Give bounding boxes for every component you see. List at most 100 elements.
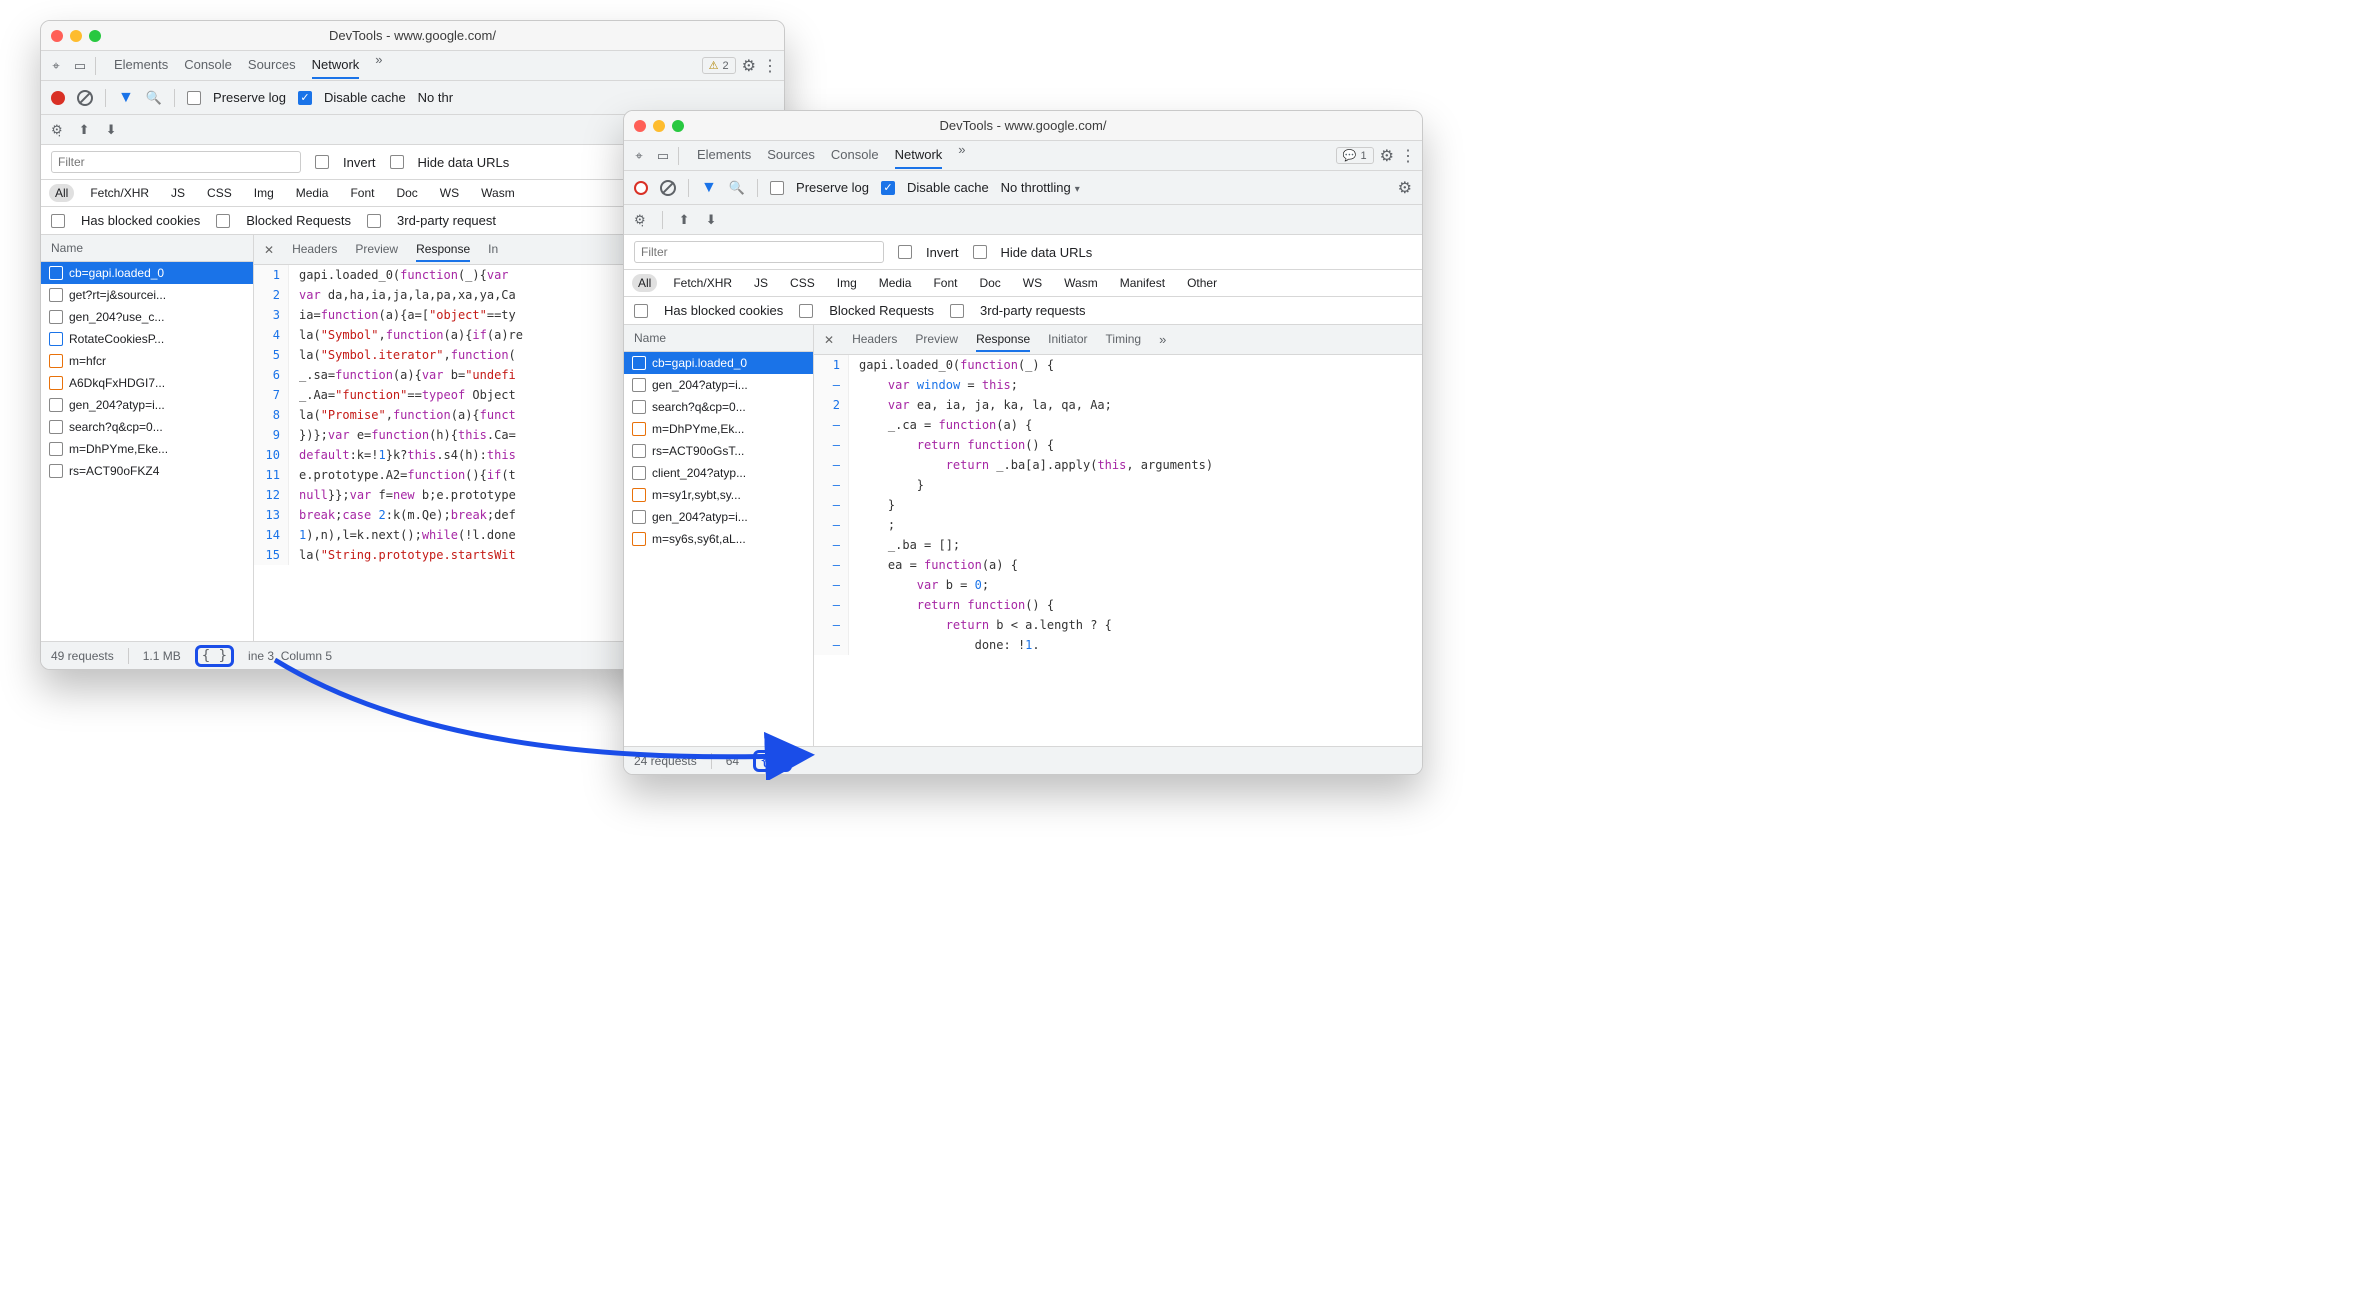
response-code[interactable]: 1gapi.loaded_0(function(_) {– var window… xyxy=(814,355,1422,746)
throttling-select[interactable]: No throttling xyxy=(1001,180,1080,195)
chip-manifest[interactable]: Manifest xyxy=(1114,274,1171,292)
network-settings-icon[interactable]: ⚙̣ xyxy=(634,212,646,228)
request-row[interactable]: m=sy6s,sy6t,aL... xyxy=(624,528,813,550)
clear-button[interactable] xyxy=(77,90,93,106)
preserve-log-checkbox[interactable] xyxy=(770,181,784,195)
tab-network[interactable]: Network xyxy=(312,52,360,79)
request-row[interactable]: search?q&cp=0... xyxy=(41,416,253,438)
chip-media[interactable]: Media xyxy=(873,274,918,292)
3rd-party-checkbox[interactable] xyxy=(367,214,381,228)
request-row[interactable]: RotateCookiesP... xyxy=(41,328,253,350)
chip-doc[interactable]: Doc xyxy=(973,274,1006,292)
request-row[interactable]: search?q&cp=0... xyxy=(624,396,813,418)
chip-wasm[interactable]: Wasm xyxy=(1058,274,1104,292)
tab-response[interactable]: Response xyxy=(976,328,1030,352)
menu-icon[interactable] xyxy=(762,56,778,76)
menu-icon[interactable] xyxy=(1400,146,1416,166)
throttling-select[interactable]: No thr xyxy=(418,90,453,105)
inspect-icon[interactable]: ⌖ xyxy=(47,57,65,75)
request-row[interactable]: gen_204?atyp=i... xyxy=(624,374,813,396)
request-row[interactable]: gen_204?atyp=i... xyxy=(41,394,253,416)
hide-data-urls-checkbox[interactable] xyxy=(390,155,404,169)
request-row[interactable]: gen_204?use_c... xyxy=(41,306,253,328)
download-har-icon[interactable]: ⬇ xyxy=(706,212,717,228)
request-row[interactable]: m=DhPYme,Eke... xyxy=(41,438,253,460)
chip-other[interactable]: Other xyxy=(1181,274,1223,292)
pretty-print-button[interactable]: { } xyxy=(195,645,234,667)
filter-input[interactable] xyxy=(51,151,301,173)
name-column-header[interactable]: Name xyxy=(624,325,813,352)
upload-har-icon[interactable]: ⬆ xyxy=(679,212,690,228)
tab-sources[interactable]: Sources xyxy=(248,52,296,79)
hide-data-urls-checkbox[interactable] xyxy=(973,245,987,259)
close-detail-icon[interactable] xyxy=(824,333,834,347)
tab-elements[interactable]: Elements xyxy=(697,142,751,169)
chip-ws[interactable]: WS xyxy=(1017,274,1048,292)
tab-network[interactable]: Network xyxy=(895,142,943,169)
tab-console[interactable]: Console xyxy=(184,52,232,79)
tab-preview[interactable]: Preview xyxy=(355,238,398,262)
more-tabs-icon[interactable] xyxy=(1159,332,1166,347)
chip-css[interactable]: CSS xyxy=(201,184,238,202)
chip-font[interactable]: Font xyxy=(344,184,380,202)
request-row[interactable]: rs=ACT90oFKZ4 xyxy=(41,460,253,482)
chip-fetch[interactable]: Fetch/XHR xyxy=(84,184,155,202)
invert-checkbox[interactable] xyxy=(898,245,912,259)
device-mode-icon[interactable]: ▭ xyxy=(654,147,672,165)
chip-wasm[interactable]: Wasm xyxy=(475,184,521,202)
tab-initiator[interactable]: Initiator xyxy=(1048,328,1087,352)
chip-doc[interactable]: Doc xyxy=(390,184,423,202)
messages-badge[interactable]: 1 xyxy=(1336,147,1374,164)
tab-elements[interactable]: Elements xyxy=(114,52,168,79)
request-row[interactable]: m=sy1r,sybt,sy... xyxy=(624,484,813,506)
tab-initiator[interactable]: In xyxy=(488,238,498,262)
request-row[interactable]: A6DkqFxHDGI7... xyxy=(41,372,253,394)
tab-timing[interactable]: Timing xyxy=(1106,328,1142,352)
request-row[interactable]: get?rt=j&sourcei... xyxy=(41,284,253,306)
chip-all[interactable]: All xyxy=(49,184,74,202)
chip-img[interactable]: Img xyxy=(248,184,280,202)
minimize-window[interactable] xyxy=(70,30,82,42)
request-row[interactable]: client_204?atyp... xyxy=(624,462,813,484)
chip-js[interactable]: JS xyxy=(748,274,774,292)
blocked-cookies-checkbox[interactable] xyxy=(51,214,65,228)
disable-cache-checkbox[interactable] xyxy=(298,91,312,105)
filter-icon[interactable]: ▼ xyxy=(118,89,134,107)
request-row[interactable]: cb=gapi.loaded_0 xyxy=(624,352,813,374)
tab-response[interactable]: Response xyxy=(416,238,470,262)
record-button[interactable] xyxy=(51,91,65,105)
clear-button[interactable] xyxy=(660,180,676,196)
minimize-window[interactable] xyxy=(653,120,665,132)
maximize-window[interactable] xyxy=(89,30,101,42)
chip-css[interactable]: CSS xyxy=(784,274,821,292)
tab-headers[interactable]: Headers xyxy=(852,328,897,352)
blocked-cookies-checkbox[interactable] xyxy=(634,304,648,318)
blocked-requests-checkbox[interactable] xyxy=(216,214,230,228)
close-window[interactable] xyxy=(51,30,63,42)
preserve-log-checkbox[interactable] xyxy=(187,91,201,105)
tab-console[interactable]: Console xyxy=(831,142,879,169)
search-icon[interactable] xyxy=(146,90,162,106)
request-list[interactable]: cb=gapi.loaded_0get?rt=j&sourcei...gen_2… xyxy=(41,262,253,641)
request-list[interactable]: cb=gapi.loaded_0gen_204?atyp=i...search?… xyxy=(624,352,813,746)
tab-sources[interactable]: Sources xyxy=(767,142,815,169)
pretty-print-button[interactable]: { } xyxy=(753,750,792,772)
settings-icon[interactable] xyxy=(742,56,756,76)
disable-cache-checkbox[interactable] xyxy=(881,181,895,195)
record-button[interactable] xyxy=(634,181,648,195)
tab-preview[interactable]: Preview xyxy=(915,328,958,352)
request-row[interactable]: rs=ACT90oGsT... xyxy=(624,440,813,462)
network-settings-icon[interactable]: ⚙̣ xyxy=(51,122,63,138)
close-window[interactable] xyxy=(634,120,646,132)
chip-img[interactable]: Img xyxy=(831,274,863,292)
more-tabs-icon[interactable] xyxy=(375,52,382,79)
download-har-icon[interactable]: ⬇ xyxy=(106,122,117,138)
upload-har-icon[interactable]: ⬆ xyxy=(79,122,90,138)
blocked-requests-checkbox[interactable] xyxy=(799,304,813,318)
request-row[interactable]: m=DhPYme,Ek... xyxy=(624,418,813,440)
chip-font[interactable]: Font xyxy=(927,274,963,292)
filter-input[interactable] xyxy=(634,241,884,263)
chip-fetch[interactable]: Fetch/XHR xyxy=(667,274,738,292)
tab-headers[interactable]: Headers xyxy=(292,238,337,262)
search-icon[interactable] xyxy=(729,180,745,196)
